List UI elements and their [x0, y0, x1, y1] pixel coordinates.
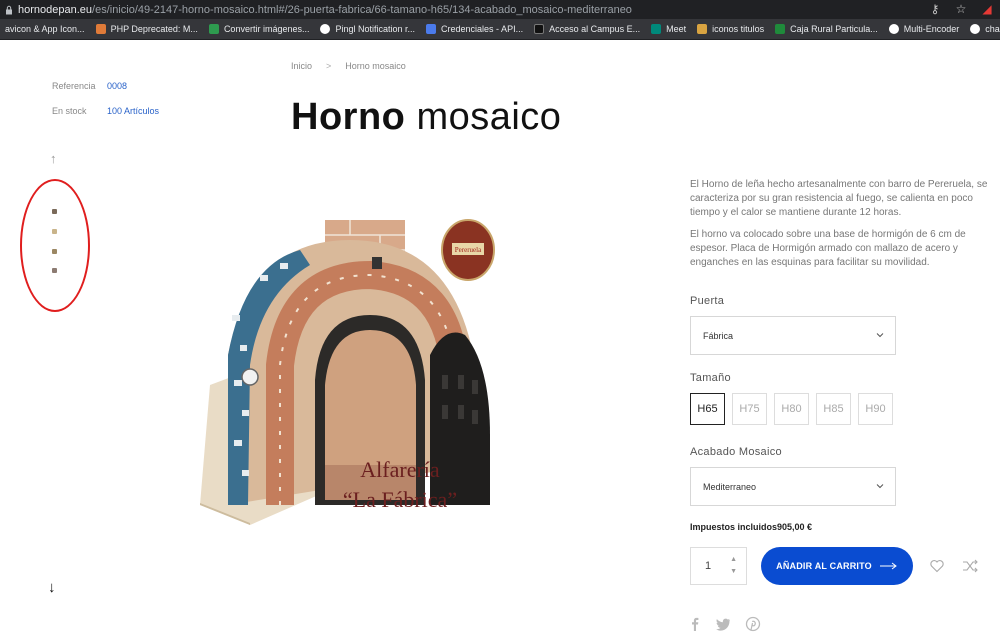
door-label: Puerta: [690, 295, 725, 307]
arrow-down-icon[interactable]: ↓: [48, 579, 56, 596]
brand-line-2: “La Fábrica”: [343, 487, 457, 512]
description-paragraph-1: El Horno de leña hecho artesanalmente co…: [690, 179, 988, 218]
bookmark-item[interactable]: PHP Deprecated: M...: [95, 24, 198, 34]
breadcrumb-separator: >: [326, 61, 332, 71]
globe-icon: [888, 24, 899, 34]
size-option-h90[interactable]: H90: [858, 393, 893, 425]
thumbnail-image[interactable]: [52, 268, 57, 273]
key-icon[interactable]: ⚷: [928, 2, 942, 16]
bookmark-item[interactable]: Convertir imágenes...: [208, 24, 309, 34]
size-option-h65[interactable]: H65: [690, 393, 725, 425]
highlight-circle: [20, 179, 90, 312]
bookmark-item[interactable]: avicon & App Icon...: [0, 24, 85, 34]
quantity-stepper[interactable]: 1 ▲ ▼: [690, 547, 747, 585]
door-select[interactable]: Fábrica: [690, 316, 896, 355]
breadcrumb-home-link[interactable]: Inicio: [291, 61, 312, 71]
star-icon[interactable]: ☆: [954, 2, 968, 16]
size-options: H65 H75 H80 H85 H90: [690, 393, 893, 425]
thumbnail-image[interactable]: [52, 229, 57, 234]
size-option-h80[interactable]: H80: [774, 393, 809, 425]
reference-label: Referencia: [52, 81, 96, 91]
url-path: /es/inicio/49-2147-horno-mosaico.html#/2…: [92, 3, 632, 16]
arrow-up-icon[interactable]: ↑: [50, 151, 57, 166]
heart-icon[interactable]: [929, 558, 945, 574]
shuffle-icon[interactable]: [962, 558, 978, 574]
bookmarks-bar: avicon & App Icon... PHP Deprecated: M..…: [0, 19, 1000, 40]
size-option-h75[interactable]: H75: [732, 393, 767, 425]
description-paragraph-2: El horno va colocado sobre una base de h…: [690, 229, 966, 268]
bookmark-favicon-icon: [534, 24, 545, 34]
title-light: mosaico: [416, 96, 562, 138]
globe-icon: [320, 24, 331, 34]
size-label: Tamaño: [690, 372, 731, 384]
meet-icon: [651, 24, 662, 34]
size-option-h85[interactable]: H85: [816, 393, 851, 425]
bookmark-item[interactable]: Multi-Encoder: [888, 24, 959, 34]
bookmark-item[interactable]: chamilo-lms/plugin...: [970, 24, 1000, 34]
github-icon: [970, 24, 981, 34]
bookmark-item[interactable]: Pingl Notification r...: [320, 24, 415, 34]
stock-row: En stock 100 Artículos: [52, 106, 159, 116]
pdf-extension-icon[interactable]: ◢: [980, 2, 994, 16]
quantity-value: 1: [705, 560, 712, 572]
arrow-right-icon: [879, 562, 897, 570]
lock-icon: [6, 5, 12, 14]
bookmark-item[interactable]: Acceso al Campus E...: [534, 24, 640, 34]
stock-value: 100 Artículos: [107, 106, 160, 116]
bookmark-favicon-icon: [208, 24, 219, 34]
title-bold: Horno: [291, 96, 406, 138]
price-line: Impuestos incluidos905,00 €: [690, 522, 812, 532]
reference-row: Referencia 0008: [52, 81, 127, 91]
bookmark-favicon-icon: [775, 24, 786, 34]
add-to-cart-label: AÑADIR AL CARRITO: [776, 561, 872, 571]
thumbnail-image[interactable]: [52, 209, 57, 214]
product-image[interactable]: Pereruela Alfarería “La Fábrica”: [190, 205, 510, 525]
brand-line-1: Alfarería: [360, 457, 440, 482]
chevron-down-icon: [876, 484, 884, 489]
bookmark-favicon-icon: [426, 24, 437, 34]
chevron-down-icon[interactable]: ▼: [730, 568, 737, 575]
bookmark-favicon-icon: [697, 24, 708, 34]
facebook-icon[interactable]: [687, 616, 703, 632]
chevron-up-icon[interactable]: ▲: [730, 556, 737, 563]
add-to-cart-button[interactable]: AÑADIR AL CARRITO: [761, 547, 913, 585]
finish-select-value: Mediterraneo: [703, 481, 757, 492]
price-amount: 905,00 €: [777, 522, 813, 532]
stock-label: En stock: [52, 106, 87, 116]
bookmark-favicon-icon: [95, 24, 106, 34]
breadcrumb: Inicio > Horno mosaico: [291, 61, 406, 71]
bookmark-item[interactable]: Meet: [651, 24, 686, 34]
door-select-value: Fábrica: [703, 330, 734, 341]
browser-address-bar[interactable]: hornodepan.eu/es/inicio/49-2147-horno-mo…: [0, 0, 1000, 19]
bookmark-item[interactable]: iconos titulos: [697, 24, 764, 34]
pinterest-icon[interactable]: [745, 616, 761, 632]
tax-label: Impuestos incluidos: [690, 522, 778, 532]
thumbnail-image[interactable]: [52, 249, 57, 254]
twitter-icon[interactable]: [715, 616, 731, 632]
chevron-down-icon: [876, 333, 884, 338]
page-title: Horno mosaico: [291, 96, 561, 139]
bookmark-item[interactable]: Caja Rural Particula...: [775, 24, 878, 34]
url-domain: hornodepan.eu: [18, 3, 93, 16]
finish-label: Acabado Mosaico: [690, 446, 782, 458]
breadcrumb-current: Horno mosaico: [345, 61, 406, 71]
seal-text: Pereruela: [455, 246, 482, 254]
reference-value: 0008: [107, 81, 128, 91]
finish-select[interactable]: Mediterraneo: [690, 467, 896, 506]
bookmark-item[interactable]: Credenciales - API...: [426, 24, 523, 34]
